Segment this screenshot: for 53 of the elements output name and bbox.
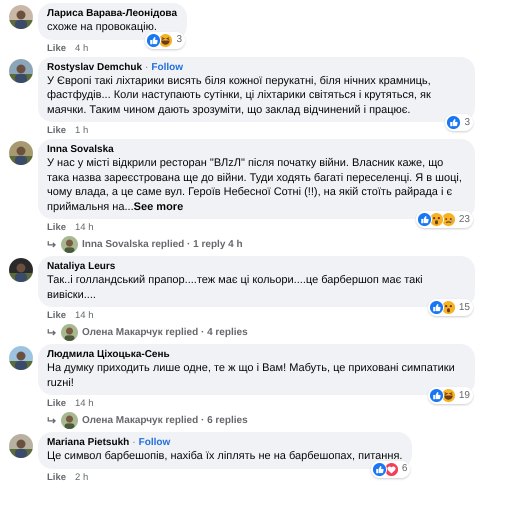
view-replies-link[interactable]: Олена Макарчук replied · 4 replies xyxy=(82,327,248,338)
reaction-icon xyxy=(428,300,444,315)
reaction-icon xyxy=(446,115,462,130)
reaction-icon xyxy=(384,462,399,476)
reaction-icon xyxy=(146,32,162,48)
timestamp[interactable]: 1 h xyxy=(75,125,88,137)
comment-text: На думку приходить лише одне, те ж що і Вам! Мабуть, це приховані симпатики ruzні! xyxy=(47,361,456,390)
author-name[interactable]: Лариса Варава-Леонідова xyxy=(47,7,178,20)
reply-arrow-icon xyxy=(47,240,57,249)
like-link[interactable]: Like xyxy=(47,472,66,484)
comment-text: Так..і голландський прапор....теж має ці кольори....це барбершоп має такі вивіски.... xyxy=(47,273,424,302)
reactions-summary[interactable]: 15 xyxy=(428,299,473,316)
comment-text: Це символ барбешопів, нахіба їх ліплять не на барбешопах, питання. xyxy=(47,449,402,464)
reaction-icon xyxy=(372,462,387,476)
comment-text: схоже на провокацію. xyxy=(47,20,158,34)
reaction-icon xyxy=(440,300,456,315)
like-link[interactable]: Like xyxy=(47,310,66,322)
view-replies-link[interactable]: Олена Макарчук replied · 6 replies xyxy=(82,415,248,426)
reactions-summary[interactable]: 3 xyxy=(145,32,186,48)
follow-link[interactable]: Follow xyxy=(151,60,184,74)
reactions-summary[interactable]: 19 xyxy=(428,387,473,404)
like-link[interactable]: Like xyxy=(47,222,66,234)
timestamp[interactable]: 14 h xyxy=(75,398,94,410)
reactions-summary[interactable]: 3 xyxy=(445,114,473,131)
author-name[interactable]: Inna Sovalska xyxy=(47,143,114,156)
see-more-link[interactable]: See more xyxy=(134,200,184,212)
reply-arrow-icon xyxy=(47,328,57,337)
reply-arrow-icon xyxy=(47,416,57,425)
separator: · xyxy=(145,60,148,74)
like-link[interactable]: Like xyxy=(47,42,66,54)
author-name[interactable]: Rostyslav Demchuk xyxy=(47,60,142,74)
author-name[interactable]: Людмила Ціхоцька-Сень xyxy=(47,348,170,361)
reaction-icon xyxy=(440,212,456,227)
comment-text: У нас у місті відкрили ресторан "ВЛzЛ" після початку війни. Власник каже, що така назва зареєстрована ще до війни. Туди ходять багаті переселенці. Я в шоці, чому влада, а це саме вул. Героїв Небесної Сотні (!!), на якій стоїть райрада і є приймальня на...See more xyxy=(47,156,463,214)
follow-link[interactable]: Follow xyxy=(138,436,170,449)
like-link[interactable]: Like xyxy=(47,398,66,410)
reaction-icon xyxy=(158,32,174,48)
reactions-summary[interactable]: 23 xyxy=(416,211,473,228)
reaction-icon xyxy=(428,388,444,403)
author-name[interactable]: Nataliya Leurs xyxy=(47,260,116,273)
timestamp[interactable]: 14 h xyxy=(75,310,94,322)
reaction-icon xyxy=(440,388,456,403)
timestamp[interactable]: 14 h xyxy=(75,222,94,234)
reaction-icon xyxy=(416,212,432,227)
author-name[interactable]: Mariana Pietsukh xyxy=(47,436,130,449)
like-link[interactable]: Like xyxy=(47,125,66,137)
comment-text: У Європі такі ліхтарики висять біля кожної перукатні, біля нічних крамниць, фастфудів... Коли наступають сутінки, ці ліхтарики світяться і крутяться, як маячки. Таким чином дають зрозуміти, що заклад відчинений і працює. xyxy=(47,74,432,117)
reactions-summary[interactable]: 6 xyxy=(370,460,410,478)
separator: · xyxy=(132,436,136,449)
reaction-icon xyxy=(428,212,444,227)
timestamp[interactable]: 2 h xyxy=(75,472,88,484)
view-replies-link[interactable]: Inna Sovalska replied · 1 reply 4 h xyxy=(82,239,243,250)
timestamp[interactable]: 4 h xyxy=(75,42,88,54)
